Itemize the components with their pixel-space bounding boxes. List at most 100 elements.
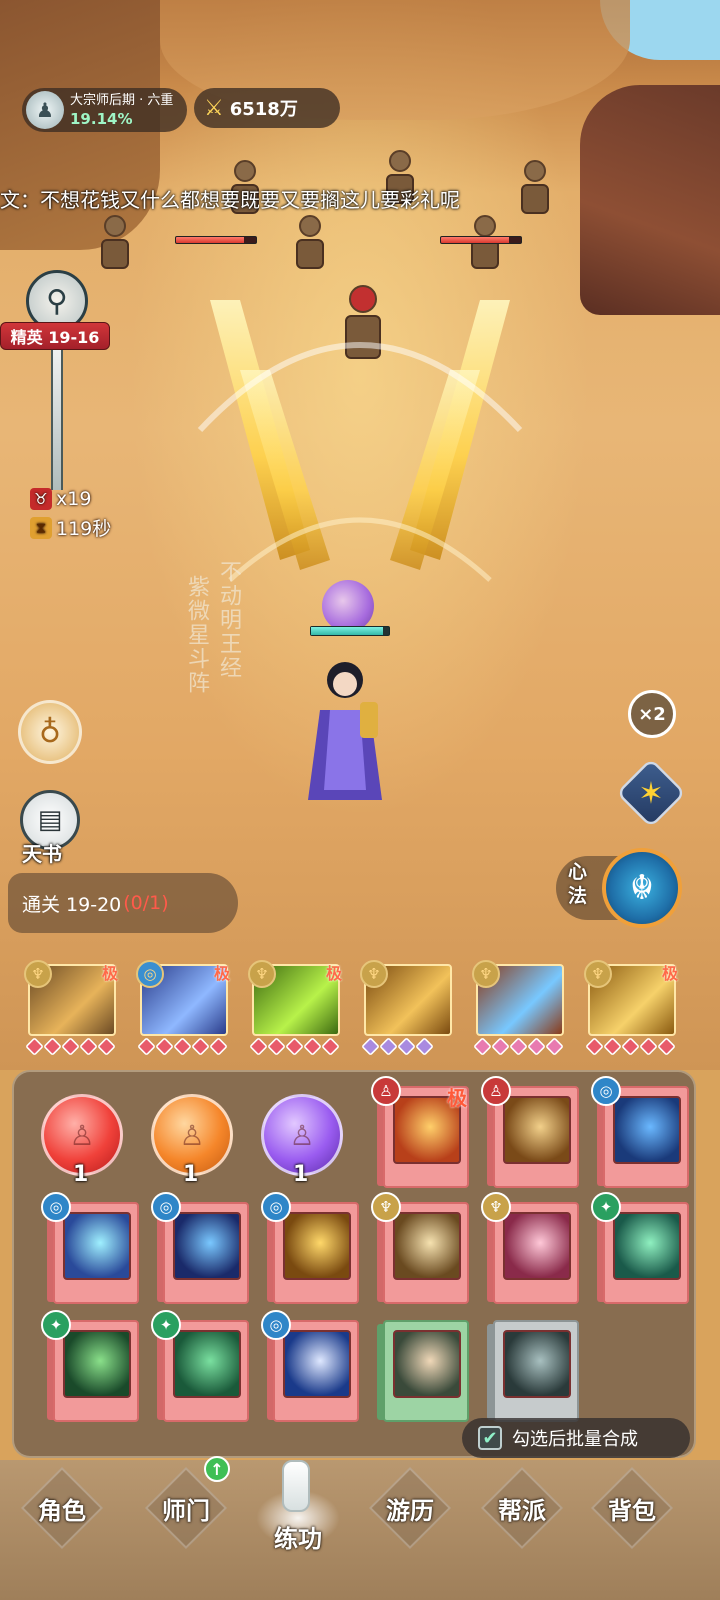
level-pip-icon (25, 1037, 44, 1056)
skill-book-art (393, 1330, 461, 1398)
skill-book[interactable]: ✦ (151, 1310, 249, 1422)
skill-book-art (503, 1096, 571, 1164)
nav-travel-label: 游历 (386, 1496, 434, 1525)
level-pip-icon (639, 1037, 658, 1056)
level-pip-icon (155, 1037, 174, 1056)
equipped-skill-card[interactable]: ♆ 极 (24, 960, 120, 1060)
level-pip-icon (137, 1037, 156, 1056)
clear-stage-objective[interactable]: 通关 19-20 (0/1) (8, 873, 238, 933)
nav-character-label: 角色 (38, 1496, 86, 1525)
martial-pose-icon: ☬ (629, 868, 655, 908)
sword-type-icon: ♆ (248, 960, 276, 988)
skill-book[interactable]: ◎ (41, 1192, 139, 1304)
level-pip-icon (191, 1037, 210, 1056)
enemies-remaining: ♉ x19 (30, 488, 91, 510)
wave-type-icon: ◎ (136, 960, 164, 988)
skill-book[interactable]: ♙ (481, 1076, 579, 1188)
extreme-grade-label: 极 (661, 964, 678, 983)
enemy-hp-bar (175, 236, 257, 244)
combat-power[interactable]: ⚔ 6518万 (194, 88, 340, 128)
level-pip-icon (209, 1037, 228, 1056)
nav-backpack[interactable]: 背包 (582, 1466, 682, 1550)
realm-name: 大宗师后期 · 六重 (70, 93, 174, 108)
skill-book[interactable]: ♙ 极 (371, 1076, 469, 1188)
nav-training[interactable]: 练功 (248, 1506, 348, 1566)
nav-character[interactable]: 角色 (12, 1466, 112, 1550)
wave-type-icon: ◎ (591, 1076, 621, 1106)
realm-status[interactable]: ♟ 大宗师后期 · 六重 19.14% (22, 88, 187, 132)
xinfa-button[interactable]: ☬ (602, 848, 682, 928)
skill-book[interactable]: ◎ (261, 1310, 359, 1422)
combat-power-value: 6518万 (229, 99, 298, 120)
stage-progress-track (51, 350, 63, 490)
level-pip-icon (267, 1037, 286, 1056)
skill-book[interactable]: ♆ (481, 1192, 579, 1304)
level-pip-icon (173, 1037, 192, 1056)
level-pip-icon (621, 1037, 640, 1056)
star-level-pips (137, 1037, 228, 1056)
wave-type-icon: ◎ (261, 1310, 291, 1340)
level-pip-icon (321, 1037, 340, 1056)
hourglass-icon: ⧗ (30, 516, 52, 539)
crossed-swords-icon: ⚔ (204, 95, 224, 121)
skill-book[interactable] (487, 1320, 579, 1422)
extreme-grade-label: 极 (213, 964, 230, 983)
skill-book-art (63, 1212, 131, 1280)
enemy-soldier (470, 215, 500, 275)
skill-book-art (613, 1212, 681, 1280)
level-pip-icon (303, 1037, 322, 1056)
level-pip-icon (657, 1037, 676, 1056)
level-pip-icon (43, 1037, 62, 1056)
clear-stage-label: 通关 19-20 (22, 893, 122, 916)
level-pip-icon (61, 1037, 80, 1056)
star-level-pips (249, 1037, 340, 1056)
nav-guild[interactable]: 帮派 (472, 1466, 572, 1550)
demon-head-icon: ♉ (30, 488, 52, 510)
equipped-skill-card[interactable]: ♆ 极 (248, 960, 344, 1060)
star-level-pips (585, 1037, 676, 1056)
wave-type-icon: ◎ (151, 1192, 181, 1222)
skill-book-art (283, 1212, 351, 1280)
skill-book[interactable] (377, 1320, 469, 1422)
level-pip-icon (285, 1037, 304, 1056)
enemy-hp-bar (440, 236, 522, 244)
hero-hp-bar (310, 626, 390, 636)
equipped-skill-card[interactable]: ♆ (472, 960, 568, 1060)
equipped-skill-card[interactable]: ♆ (360, 960, 456, 1060)
extreme-grade-label: 极 (101, 964, 118, 983)
skill-book-art (283, 1330, 351, 1398)
skill-book-art (393, 1212, 461, 1280)
rock-right (580, 85, 720, 315)
star-level-pips (361, 1037, 434, 1056)
treasure-bag-button[interactable]: ♁ (18, 700, 82, 764)
scroll-icon: ▤ (37, 805, 63, 835)
enemy-soldier (295, 215, 325, 275)
skill-book[interactable]: ◎ (261, 1192, 359, 1304)
skill-book[interactable]: ✦ (41, 1310, 139, 1422)
equipped-skill-card[interactable]: ♆ 极 (584, 960, 680, 1060)
level-pip-icon (585, 1037, 604, 1056)
star-icon: ✶ (638, 775, 664, 811)
nav-training-label: 练功 (274, 1524, 322, 1553)
batch-merge-toggle[interactable]: ✔ 勾选后批量合成 (462, 1418, 690, 1458)
sword-type-icon: ♆ (481, 1192, 511, 1222)
skill-book[interactable]: ✦ (591, 1192, 689, 1304)
skill-book[interactable]: ◎ (591, 1076, 689, 1188)
sword-type-icon: ♆ (360, 960, 388, 988)
level-pip-icon (603, 1037, 622, 1056)
enemy-soldier (100, 215, 130, 275)
nav-sect[interactable]: 师门 (136, 1466, 236, 1550)
checkmark-icon[interactable]: ✔ (478, 1426, 502, 1450)
skill-book[interactable]: ◎ (151, 1192, 249, 1304)
level-pip-icon (397, 1037, 416, 1056)
leaf-type-icon: ✦ (41, 1310, 71, 1340)
skill-book[interactable]: ♆ (371, 1192, 469, 1304)
level-pip-icon (527, 1037, 546, 1056)
equipped-skill-card[interactable]: ◎ 极 (136, 960, 232, 1060)
training-dummy-icon (282, 1460, 310, 1512)
skill-book-art (613, 1096, 681, 1164)
nav-travel[interactable]: 游历 (360, 1466, 460, 1550)
level-pip-icon (473, 1037, 492, 1056)
level-pip-icon (509, 1037, 528, 1056)
speed-x2-button[interactable]: ×2 (628, 690, 676, 738)
